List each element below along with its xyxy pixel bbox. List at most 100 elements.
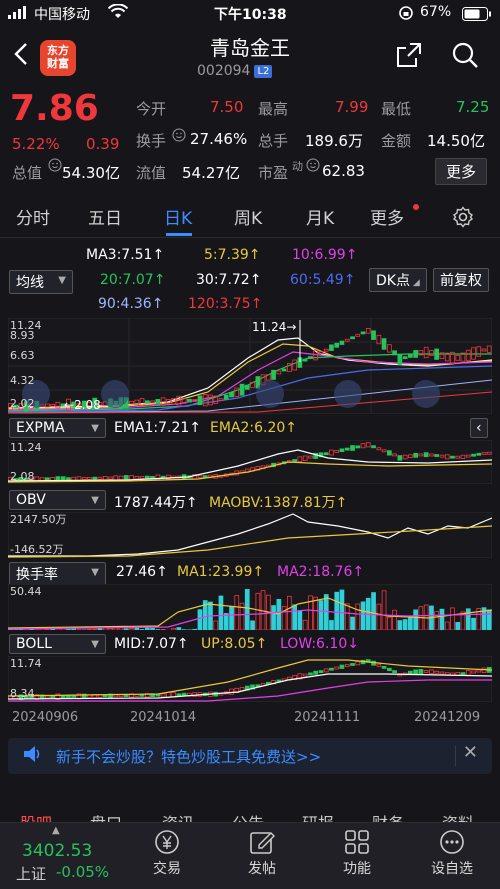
turnover-bar	[92, 628, 98, 630]
indicator-select-boll[interactable]: BOLL ▼	[9, 634, 106, 654]
boll-y-max: 11.74	[10, 657, 42, 670]
ema2-value: EMA2:6.20↑	[210, 420, 298, 436]
candle	[413, 350, 419, 358]
zoom-out-button[interactable]	[101, 380, 129, 408]
kline-y-4: 4.32	[10, 374, 35, 387]
rotation-lock-icon	[398, 5, 414, 25]
candle	[197, 395, 203, 406]
date-label-3: 20241111	[294, 710, 361, 725]
stock-code: 002094	[197, 63, 251, 79]
battery-icon	[462, 7, 492, 25]
turnover-bar	[123, 628, 129, 630]
tab-five-day[interactable]: 五日	[88, 204, 122, 229]
info-smile-icon[interactable]	[48, 158, 62, 176]
ma120-value: 120:3.75↑	[188, 296, 263, 312]
candle	[386, 667, 392, 672]
candle	[144, 400, 150, 404]
date-label-2: 20241014	[130, 710, 197, 725]
adjust-button[interactable]: 前复权	[433, 268, 489, 292]
indicator-select-obv[interactable]: OBV ▼	[9, 490, 106, 510]
tab-weekly-k[interactable]: 周K	[234, 204, 262, 229]
open-value: 7.50	[210, 98, 244, 116]
turnover-bar	[486, 609, 492, 630]
candle	[144, 475, 150, 480]
obv-y-min: -146.52万	[10, 543, 64, 556]
obv-chart[interactable]	[8, 512, 492, 558]
indicator-select-expma[interactable]: EXPMA ▼	[9, 418, 106, 438]
turnover-bar	[350, 616, 355, 630]
turnover-bar	[218, 595, 224, 630]
turnover-bar	[323, 594, 329, 630]
info-smile-icon[interactable]	[172, 128, 186, 146]
candle	[423, 452, 429, 458]
dropdown-arrow-icon: ▼	[58, 275, 66, 286]
reset-button[interactable]	[412, 380, 440, 408]
tab-monthly-k[interactable]: 月K	[306, 204, 334, 229]
tab-more[interactable]: 更多	[370, 204, 404, 229]
nav-label: 功能	[343, 861, 371, 877]
more-button[interactable]: 更多	[435, 158, 488, 185]
candle	[381, 338, 387, 350]
nav-trade[interactable]: 交易	[132, 829, 202, 878]
candle	[381, 665, 387, 669]
index-change: -0.05%	[56, 863, 110, 881]
dk-point-button[interactable]: DK点 ◢	[369, 268, 427, 292]
tab-daily-k[interactable]: 日K	[164, 204, 192, 229]
date-label-4: 20241209	[414, 710, 481, 725]
settings-gear-icon[interactable]	[452, 206, 474, 233]
candle	[460, 672, 466, 676]
nav-label: 设自选	[431, 861, 473, 877]
mktcap-value: 54.30亿	[62, 164, 120, 182]
expma-chart[interactable]	[8, 440, 492, 484]
boll-mid-value: MID:7.07↑	[114, 636, 189, 652]
candle	[292, 459, 298, 462]
nav-label: 发帖	[248, 861, 276, 877]
turnover-bar	[66, 628, 71, 630]
nav-label: 交易	[153, 861, 181, 877]
low-value: 7.25	[456, 98, 490, 116]
boll-chart[interactable]	[8, 656, 492, 702]
index-value: 3402.53	[22, 841, 93, 861]
expma-y-min: 2.08	[10, 470, 35, 483]
share-icon[interactable]	[394, 40, 424, 74]
date-label-1: 20240906	[12, 710, 79, 725]
ma20-value: 20:7.07↑	[100, 272, 166, 288]
nav-add-watchlist[interactable]: 设自选	[417, 829, 487, 878]
indicator-select-ma[interactable]: 均线 ▼	[9, 270, 73, 294]
collapse-panel-button[interactable]: ‹	[470, 418, 488, 438]
zoom-in-button[interactable]	[256, 380, 284, 408]
tab-intraday[interactable]: 分时	[16, 204, 50, 229]
turnover-chart[interactable]	[8, 584, 492, 630]
high-value: 7.99	[335, 98, 369, 116]
promo-banner[interactable]: 新手不会炒股？特色炒股工具免费送>> ✕	[8, 738, 492, 774]
nav-post[interactable]: 发帖	[227, 829, 297, 878]
turnover-bar	[176, 627, 182, 630]
search-icon[interactable]	[450, 40, 480, 74]
pan-right-button[interactable]	[334, 380, 362, 408]
index-ticker[interactable]: ▲ 3402.53 上证 -0.05%	[0, 823, 110, 889]
turnover-bar	[413, 609, 419, 630]
turnover-bar	[223, 613, 229, 630]
turnover-bar	[271, 605, 276, 630]
candle	[360, 331, 366, 335]
candle	[329, 667, 334, 671]
candle	[60, 695, 66, 698]
indicator-select-turnover[interactable]: 换手率 ▼	[9, 562, 106, 586]
level2-badge[interactable]: L2	[254, 64, 273, 78]
dk-label: DK点	[376, 273, 410, 289]
ma60-value: 60:5.49↑	[290, 272, 356, 288]
info-smile-icon[interactable]	[306, 158, 320, 176]
ma30-value: 30:7.72↑	[196, 272, 262, 288]
nav-functions[interactable]: 功能	[322, 829, 392, 878]
candle	[392, 350, 397, 356]
last-price: 7.86	[10, 88, 99, 129]
speaker-icon	[22, 745, 42, 767]
corner-arrow-icon: ◢	[409, 278, 420, 288]
candle	[66, 477, 71, 481]
turnover-bar	[76, 629, 82, 630]
close-icon[interactable]: ✕	[463, 742, 478, 763]
stock-name: 青岛金王	[210, 36, 290, 60]
candle	[318, 670, 324, 674]
turnover-bar	[339, 589, 345, 630]
more-dots-icon	[439, 829, 465, 855]
